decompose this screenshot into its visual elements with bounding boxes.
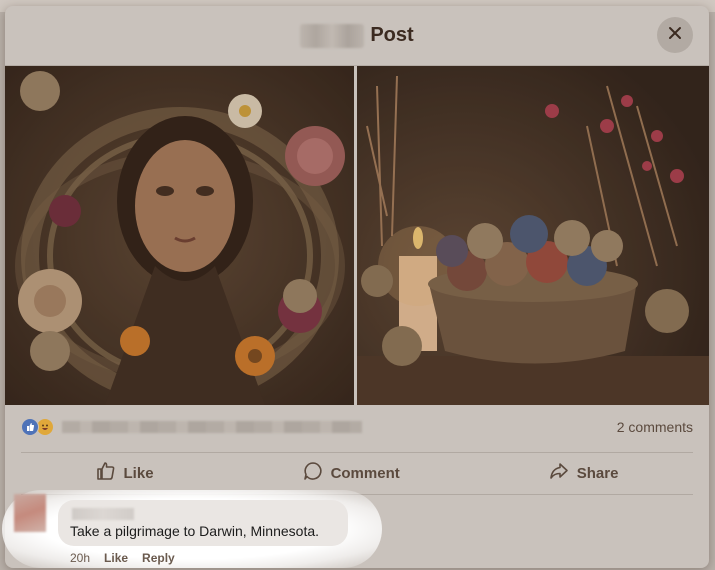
comment-reply-button[interactable]: Reply [142, 551, 175, 565]
dialog-title: Post [370, 24, 414, 46]
share-arrow-icon [549, 461, 569, 485]
reaction-stats: 2 comments [21, 414, 693, 440]
post-images [5, 66, 709, 405]
like-label: Like [123, 464, 154, 482]
blurred-commenter-name[interactable] [72, 508, 134, 520]
comment-bubble-icon [303, 461, 323, 485]
close-icon [668, 26, 682, 45]
comment-button[interactable]: Comment [303, 461, 400, 485]
dialog-header: Post [5, 6, 709, 66]
avatar[interactable] [14, 494, 46, 532]
comment-meta: 20h Like Reply [70, 551, 175, 565]
comment-bubble: Take a pilgrimage to Darwin, Minnesota. [58, 500, 348, 546]
post-dialog: Post 2 comments Like Comment Share [5, 6, 709, 568]
thumbs-up-icon [96, 461, 116, 485]
share-label: Share [576, 464, 619, 482]
still-life-photo[interactable] [357, 66, 709, 405]
comment-time[interactable]: 20h [70, 551, 90, 565]
portrait-photo[interactable] [5, 66, 354, 405]
divider [21, 452, 693, 453]
close-button[interactable] [657, 17, 693, 53]
post-actions: Like Comment Share [21, 454, 693, 492]
blurred-author-name [300, 23, 365, 48]
like-reaction-icon [21, 418, 39, 436]
comment-count[interactable]: 2 comments [617, 419, 693, 435]
share-button[interactable]: Share [549, 461, 619, 485]
comment-label: Comment [330, 464, 400, 482]
reaction-summary[interactable] [21, 418, 362, 436]
comment-text: Take a pilgrimage to Darwin, Minnesota. [70, 523, 320, 539]
comment-like-button[interactable]: Like [104, 551, 128, 565]
like-button[interactable]: Like [96, 461, 154, 485]
blurred-reactor-names [62, 421, 362, 433]
